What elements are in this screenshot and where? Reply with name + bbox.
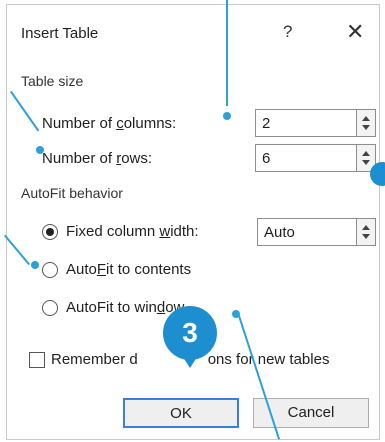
rows-label-part: Number of bbox=[42, 150, 117, 167]
fixed-width-stepper[interactable]: Auto bbox=[257, 218, 376, 246]
spin-down-icon[interactable] bbox=[362, 160, 370, 165]
step-number-badge: 3 bbox=[163, 306, 217, 360]
callout-line-columns bbox=[226, 0, 228, 106]
autofit-contents-radio[interactable] bbox=[42, 262, 58, 278]
columns-spin-arrows[interactable] bbox=[356, 110, 375, 136]
contents-label-accesskey: F bbox=[96, 261, 107, 278]
columns-value[interactable]: 2 bbox=[262, 115, 270, 132]
window-label-accesskey: d bbox=[156, 299, 166, 316]
fixed-width-spin-arrows[interactable] bbox=[356, 219, 375, 245]
remember-label-part: Remember d bbox=[51, 351, 138, 368]
columns-label-accesskey: c bbox=[116, 115, 124, 132]
fixed-width-value[interactable]: Auto bbox=[264, 224, 295, 241]
insert-table-dialog: Insert Table ? ✕ Table size Number of co… bbox=[6, 4, 380, 440]
spin-down-icon[interactable] bbox=[362, 234, 370, 239]
columns-label-part: Number of bbox=[42, 115, 117, 132]
callout-dot-autofit-contents bbox=[31, 261, 39, 269]
fixed-label-part: Fixed column bbox=[66, 223, 160, 240]
fixed-width-radio[interactable] bbox=[42, 224, 58, 240]
columns-label: Number of columns: bbox=[42, 115, 176, 132]
callout-dot-rows bbox=[36, 146, 44, 154]
fixed-label-part: idth: bbox=[170, 223, 199, 240]
spin-up-icon[interactable] bbox=[362, 116, 370, 121]
fixed-label-accesskey: w bbox=[159, 223, 171, 240]
dialog-title: Insert Table bbox=[21, 25, 99, 42]
callout-dot-columns bbox=[223, 112, 231, 120]
columns-label-part: olumns: bbox=[123, 115, 177, 132]
remember-checkbox[interactable] bbox=[29, 352, 45, 368]
autofit-window-radio[interactable] bbox=[42, 300, 58, 316]
rows-label: Number of rows: bbox=[42, 150, 152, 167]
contents-label-part: Auto bbox=[66, 261, 97, 278]
rows-stepper[interactable]: 6 bbox=[255, 144, 376, 172]
window-label-part: AutoFit to win bbox=[66, 299, 157, 316]
rows-label-part: ows: bbox=[121, 150, 153, 167]
contents-label-part: it to contents bbox=[106, 261, 192, 278]
close-icon[interactable]: ✕ bbox=[346, 19, 364, 45]
autofit-contents-label[interactable]: AutoFit to contents bbox=[66, 261, 191, 278]
step-badge-pointer bbox=[181, 354, 199, 368]
spin-up-icon[interactable] bbox=[362, 225, 370, 230]
table-size-section-label: Table size bbox=[21, 73, 84, 89]
columns-stepper[interactable]: 2 bbox=[255, 109, 376, 137]
spin-down-icon[interactable] bbox=[362, 125, 370, 130]
ok-button[interactable]: OK bbox=[123, 398, 239, 428]
help-button[interactable]: ? bbox=[283, 22, 292, 42]
remember-label-part: ons for new tables bbox=[207, 351, 330, 368]
spin-up-icon[interactable] bbox=[362, 151, 370, 156]
fixed-width-label[interactable]: Fixed column width: bbox=[66, 223, 199, 240]
rows-value[interactable]: 6 bbox=[262, 150, 270, 167]
autofit-window-label[interactable]: AutoFit to window bbox=[66, 299, 184, 316]
autofit-section-label: AutoFit behavior bbox=[21, 185, 123, 201]
